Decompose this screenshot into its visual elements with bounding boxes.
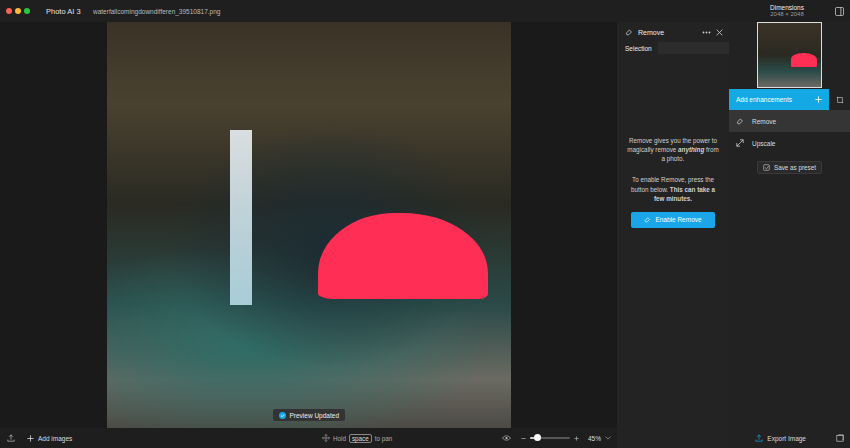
- intro-text: Remove gives you the power to magically …: [625, 136, 721, 163]
- title-bar: Photo AI 3 waterfallcomingdowndifferen_3…: [0, 0, 850, 22]
- preset-area: Save as preset: [729, 154, 850, 174]
- canvas-toolbar: Add images Hold space to pan 45%: [0, 428, 617, 448]
- eraser-icon: [625, 28, 633, 36]
- remove-panel: Remove Selection Remove gives you the po…: [617, 22, 729, 428]
- toast-text: Preview Updated: [290, 412, 340, 419]
- move-icon: [322, 434, 330, 442]
- photo-detail: [230, 130, 252, 305]
- app-title: Photo AI 3: [46, 7, 93, 16]
- close-icon[interactable]: [716, 29, 723, 36]
- zoom-slider[interactable]: [530, 437, 570, 439]
- image-canvas[interactable]: Preview Updated: [0, 22, 617, 428]
- zoom-reading: 45%: [588, 435, 601, 442]
- chevron-down-icon[interactable]: [605, 436, 611, 440]
- save-icon: [763, 164, 770, 171]
- window-icon[interactable]: [836, 434, 844, 442]
- bottom-bar: Add images Hold space to pan 45% Export …: [0, 428, 850, 448]
- compare-icon[interactable]: [836, 96, 844, 104]
- key-cap: space: [349, 434, 372, 443]
- enhancement-label: Remove: [752, 118, 776, 125]
- selection-field[interactable]: [658, 42, 729, 54]
- enhancement-item[interactable]: Upscale: [729, 132, 850, 154]
- thumbnail-area: [729, 22, 850, 89]
- workspace: Preview Updated Remove Selection Remove …: [0, 22, 850, 428]
- thumbnail-mask: [791, 53, 817, 67]
- zoom-in-icon[interactable]: [574, 436, 579, 441]
- pan-hint: Hold space to pan: [322, 434, 392, 443]
- panel-body: Remove gives you the power to magically …: [617, 56, 729, 228]
- zoom-window-button[interactable]: [24, 8, 30, 14]
- photo[interactable]: Preview Updated: [107, 22, 511, 428]
- export-image-button[interactable]: Export Image: [755, 434, 806, 442]
- photo-ai-window: Photo AI 3 waterfallcomingdowndifferen_3…: [0, 0, 850, 448]
- enhancement-label: Upscale: [752, 140, 775, 147]
- zoom-knob[interactable]: [534, 434, 541, 441]
- enhancement-item[interactable]: Remove: [729, 110, 850, 132]
- add-enhancements-button[interactable]: Add enhancements: [729, 89, 829, 110]
- window-controls: [6, 8, 44, 14]
- selection-tab[interactable]: Selection: [625, 45, 652, 52]
- check-icon: [279, 412, 286, 419]
- sidebar-toggle-icon[interactable]: [835, 7, 844, 16]
- plus-icon: [27, 435, 34, 442]
- eraser-icon: [644, 216, 651, 223]
- export-icon: [755, 434, 763, 442]
- preview-toast: Preview Updated: [273, 409, 346, 421]
- export-area: Export Image: [729, 428, 850, 448]
- enhancements-sidebar: Add enhancements Remove Upscale Save as …: [729, 22, 850, 428]
- panel-title: Remove: [638, 29, 664, 36]
- zoom-control: 45%: [521, 435, 611, 442]
- plus-icon: [815, 96, 822, 103]
- add-enhancements-row: Add enhancements: [729, 89, 850, 110]
- enable-remove-button[interactable]: Enable Remove: [631, 212, 715, 228]
- close-window-button[interactable]: [6, 8, 12, 14]
- file-name: waterfallcomingdowndifferen_39510817.png: [93, 8, 220, 15]
- dimensions: Dimensions 2048 × 2048: [757, 4, 817, 19]
- panel-footer: [617, 428, 729, 448]
- minimize-window-button[interactable]: [15, 8, 21, 14]
- panel-header: Remove: [617, 22, 729, 40]
- emphasis-text: anything: [678, 146, 704, 153]
- dimensions-value: 2048 × 2048: [770, 11, 804, 18]
- thumbnail[interactable]: [757, 22, 822, 88]
- selection-row: Selection: [617, 40, 729, 56]
- add-images-button[interactable]: Add images: [27, 435, 72, 442]
- expand-icon: [736, 139, 744, 147]
- save-preset-button[interactable]: Save as preset: [757, 161, 822, 174]
- upload-icon[interactable]: [7, 434, 15, 442]
- note-text: To enable Remove, press the button below…: [625, 175, 721, 202]
- eye-icon[interactable]: [502, 435, 511, 441]
- more-icon[interactable]: [702, 31, 711, 34]
- eraser-icon: [736, 117, 744, 125]
- dimensions-label: Dimensions: [770, 4, 804, 12]
- selection-mask[interactable]: [318, 213, 488, 299]
- zoom-out-icon[interactable]: [521, 436, 526, 441]
